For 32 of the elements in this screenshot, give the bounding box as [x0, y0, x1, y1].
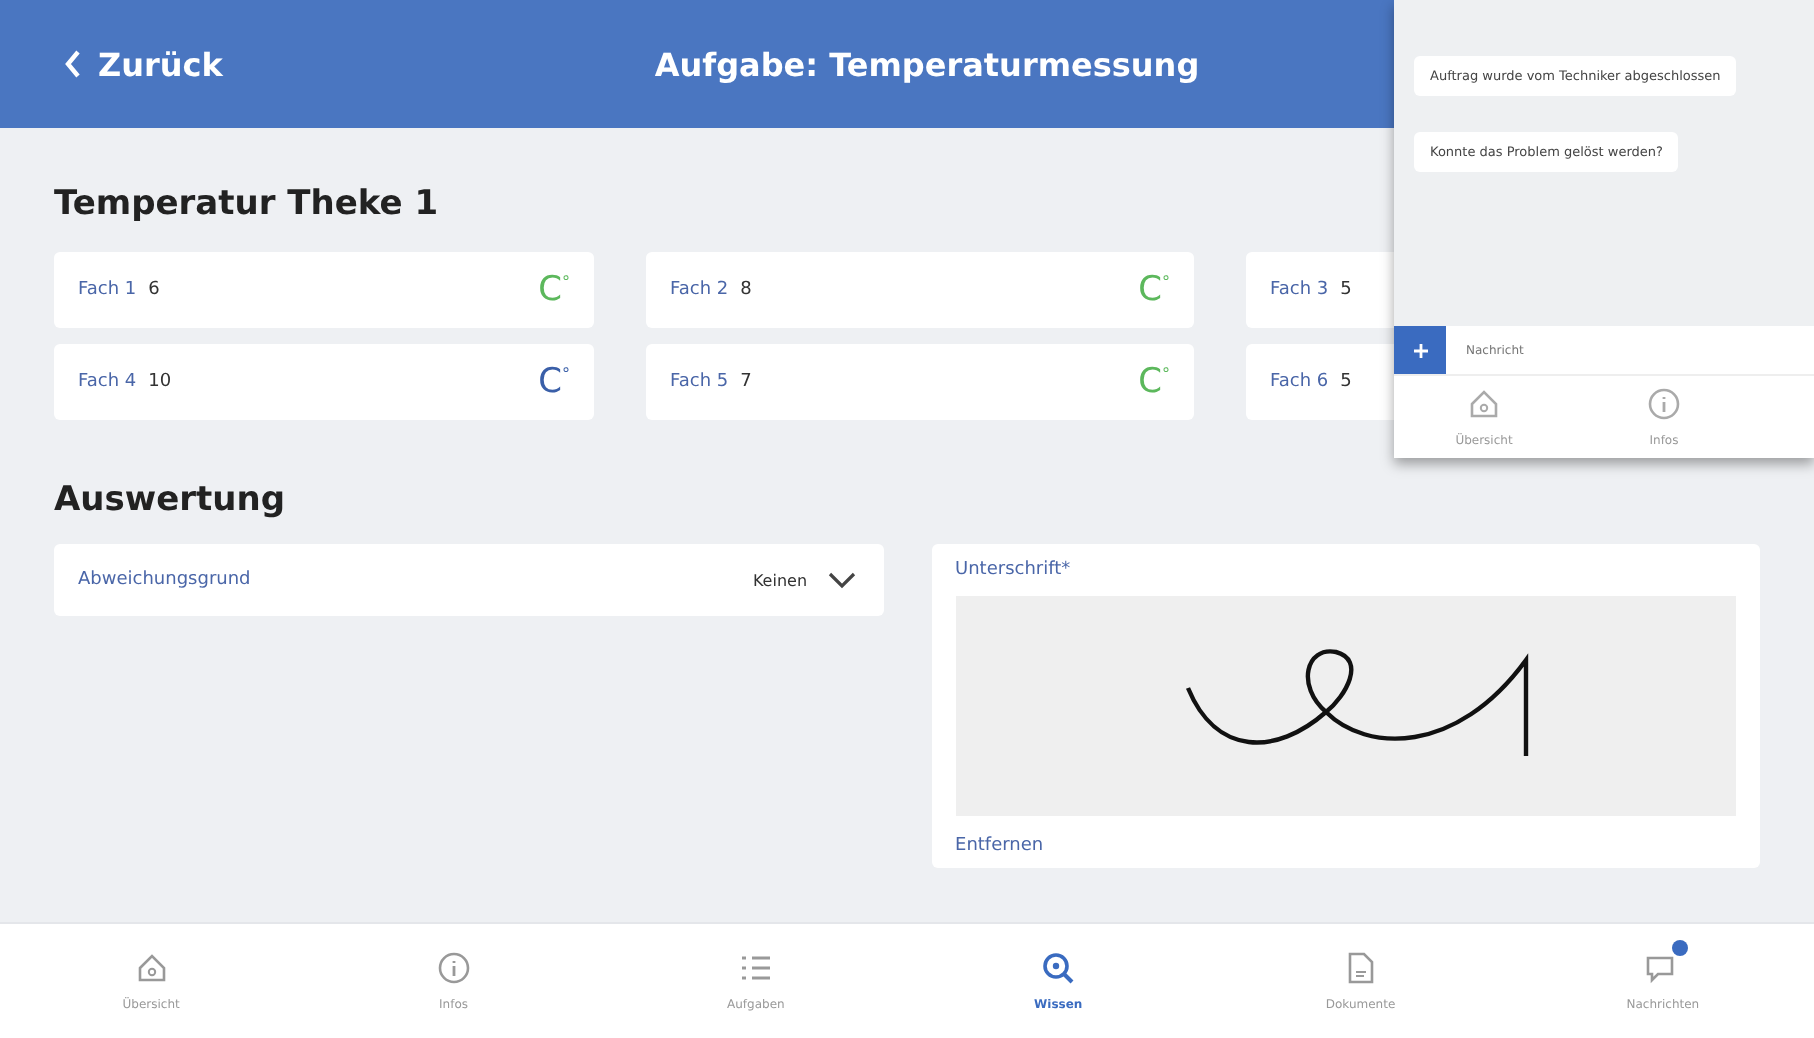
compartment-label: Fach 5: [670, 372, 729, 392]
compartment-label: Fach 6: [1270, 372, 1329, 392]
temperature-unit: C$^{°}$: [538, 270, 570, 310]
search-icon: [1040, 950, 1077, 986]
section-title: Temperatur Theke 1: [54, 184, 441, 224]
compartment-value: 8: [740, 280, 752, 300]
compartment-value: 5: [1340, 280, 1352, 300]
home-icon: [133, 950, 170, 986]
back-button[interactable]: Zurück: [64, 45, 223, 83]
remove-link[interactable]: Entfernen: [955, 836, 1736, 856]
compartment-label: Fach 2: [670, 280, 729, 300]
compartment-value: 6: [148, 280, 160, 300]
compartment-label: Fach 1: [78, 280, 137, 300]
temperature-unit: C$^{°}$: [1138, 270, 1170, 310]
signature-label: Unterschrift*: [955, 560, 1073, 580]
home-icon: [1466, 386, 1502, 422]
add-button[interactable]: [1394, 326, 1446, 374]
section-title: Auswertung: [54, 480, 287, 520]
chevron-down-icon: [827, 571, 856, 589]
temperature-unit: C$^{°}$: [1138, 362, 1170, 402]
info-icon: [435, 950, 472, 986]
compartment-label: Fach 3: [1270, 280, 1329, 300]
compartment-value: 7: [740, 372, 752, 392]
info-icon: [1646, 386, 1682, 422]
temperature-unit: C$^{°}$: [538, 362, 570, 402]
chevron-left-icon: [64, 50, 82, 78]
compartment-label: Fach 4: [78, 372, 137, 392]
compartment-value: 5: [1340, 372, 1352, 392]
plus-icon: [1413, 343, 1427, 357]
page-title: Aufgabe: Temperaturmessung: [654, 45, 1200, 83]
deviation-dropdown[interactable]: Abweichungsgrund Keinen: [54, 544, 884, 616]
compartment-value: 10: [148, 372, 172, 392]
